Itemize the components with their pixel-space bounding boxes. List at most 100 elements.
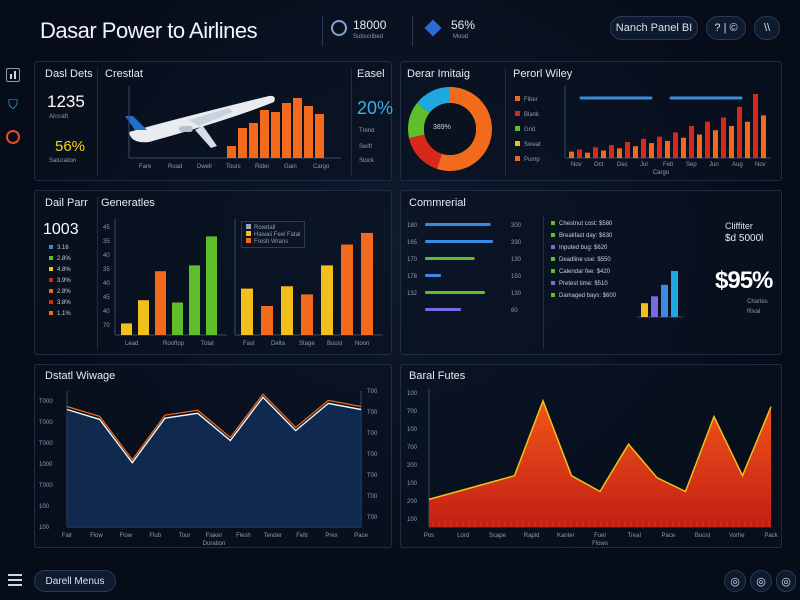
bar bbox=[705, 121, 710, 158]
generators-title: Generatles bbox=[101, 197, 155, 209]
bar bbox=[155, 271, 166, 335]
profile-button[interactable]: Nanch Panel BI bbox=[610, 16, 698, 40]
value-label: 150 bbox=[511, 274, 522, 280]
commercial-list-item: Inputed bug: $620 bbox=[551, 245, 641, 251]
commercial-list-item: Deadline use: $550 bbox=[551, 257, 641, 263]
commercial-list-item: Damaged bays: $600 bbox=[551, 293, 641, 299]
x-tick-label: Rapid bbox=[524, 533, 540, 539]
x-tick-label: Cargo bbox=[313, 164, 330, 170]
y-tick-label: T000 bbox=[39, 420, 53, 426]
dial-list-item: 1.1% bbox=[49, 311, 89, 317]
y-tick-label: 180 bbox=[407, 223, 418, 229]
bar bbox=[671, 271, 678, 317]
x-tick-label: Fair bbox=[62, 533, 72, 539]
donut-title: Derar Imitaig bbox=[407, 68, 470, 80]
target-icon bbox=[331, 20, 347, 36]
x-axis-title: Cargo bbox=[653, 170, 670, 176]
bar bbox=[281, 286, 293, 335]
bar bbox=[609, 145, 614, 158]
dial-list-item: 3.9% bbox=[49, 278, 89, 284]
commercial-list-item: Pretest time: $510 bbox=[551, 281, 641, 287]
x-tick-label: Prex bbox=[325, 533, 337, 539]
y-tick-label: T00 bbox=[367, 410, 378, 416]
bar bbox=[585, 152, 590, 158]
x-tick-label: Fare bbox=[139, 164, 152, 170]
bar bbox=[293, 98, 302, 158]
x-tick-label: Flaker bbox=[206, 533, 223, 539]
big-percent-sub-2: Rival bbox=[747, 309, 761, 315]
bar bbox=[138, 300, 149, 335]
x-tick-label: Tender bbox=[264, 533, 282, 539]
footer-icon-2[interactable]: ◎ bbox=[750, 570, 772, 592]
stat-1-value: 18000 bbox=[353, 18, 387, 32]
y-tick-label: 100 bbox=[407, 391, 418, 397]
crestlat-chart: Fare Road Dwell Tours Rider Gain Cargo bbox=[128, 86, 341, 170]
right-item-2: Swift bbox=[359, 144, 373, 150]
x-tick-label: Fuel bbox=[594, 533, 606, 539]
bar bbox=[569, 151, 574, 158]
hbar bbox=[425, 223, 491, 226]
x-tick-label: Flow bbox=[119, 533, 132, 539]
footer-icon-1[interactable]: ◎ bbox=[724, 570, 746, 592]
y-tick-label: 100 bbox=[39, 504, 50, 510]
bar bbox=[761, 115, 766, 158]
area-fill bbox=[67, 397, 361, 527]
kpi-2-value: 56% bbox=[55, 138, 86, 155]
dial-value: 1003 bbox=[43, 221, 79, 238]
commercial-list-item: Breakfast day: $630 bbox=[551, 233, 641, 239]
gauge-icon[interactable] bbox=[6, 130, 20, 144]
x-tick-label: Pack bbox=[764, 533, 778, 539]
kpi-1-label: Aircraft bbox=[49, 114, 69, 120]
x-tick-label: Rider bbox=[255, 164, 269, 170]
bar bbox=[641, 138, 646, 158]
value-label: 330 bbox=[511, 240, 522, 246]
bar bbox=[661, 284, 668, 317]
page-title: Dasar Power to Airlines bbox=[40, 18, 258, 43]
dial-list-item: 2.8% bbox=[49, 256, 89, 262]
x-tick-label: Treal bbox=[627, 533, 640, 539]
kpi-1-value: 1235 bbox=[47, 92, 85, 111]
value-label: 300 bbox=[511, 223, 522, 229]
exit-button[interactable]: \\ bbox=[754, 16, 780, 40]
y-tick-label: 45 bbox=[103, 225, 110, 231]
panel-title: Dasl Dets bbox=[45, 68, 93, 80]
dial-list: 3.16 2.8% 4.8% 3.9% 2.8% 3.8% 1.1% bbox=[49, 245, 89, 322]
dial-list-item: 3.16 bbox=[49, 245, 89, 251]
header-stat-2: 56% Mood bbox=[412, 16, 492, 46]
bar bbox=[282, 103, 291, 158]
commercial-mini-bars bbox=[637, 271, 683, 318]
x-axis-title: Flows bbox=[592, 541, 608, 547]
y-tick-label: 35 bbox=[103, 239, 110, 245]
x-tick-label: Vorhe bbox=[729, 533, 745, 539]
help-button[interactable]: ? | © bbox=[706, 16, 746, 40]
dial-list-item: 2.8% bbox=[49, 289, 89, 295]
panel-commercial: Commrerial 180 300 165 330 170 130 178 150 132 13… bbox=[400, 190, 782, 355]
x-tick-label: Total bbox=[201, 341, 214, 347]
legend-item: Grid bbox=[515, 126, 541, 133]
x-tick-label: Dwell bbox=[197, 164, 212, 170]
y-tick-label: T00 bbox=[367, 473, 378, 479]
y-tick-label: T00 bbox=[367, 389, 378, 395]
power-legend: Fiber Blank Grid Sweat Pump bbox=[515, 96, 541, 163]
x-tick-label: Scape bbox=[489, 533, 507, 539]
x-tick-label: Sep bbox=[686, 162, 697, 168]
dial-list-item: 4.8% bbox=[49, 267, 89, 273]
stat-1-label: Subscribed bbox=[353, 34, 384, 40]
y-tick-label: 100 bbox=[407, 427, 418, 433]
x-tick-label: Road bbox=[168, 164, 182, 170]
chart-icon[interactable] bbox=[6, 68, 20, 82]
shield-icon[interactable]: ⛉ bbox=[6, 98, 20, 112]
footer-icon-3[interactable]: ◎ bbox=[776, 570, 796, 592]
panel-fuel: Baral Futes 100 700 100 700 200 100 200 100 Pos L… bbox=[400, 364, 782, 548]
menu-icon[interactable] bbox=[8, 574, 22, 586]
bar bbox=[745, 121, 750, 158]
bar bbox=[189, 265, 200, 335]
hbar bbox=[425, 291, 485, 294]
y-tick-label: 45 bbox=[103, 295, 110, 301]
bar bbox=[238, 128, 247, 158]
right-item-3: Stock bbox=[359, 158, 375, 164]
x-tick-label: Pace bbox=[354, 533, 368, 539]
power-title: Perorl Wiley bbox=[513, 68, 573, 80]
generators-legend: Rowdall Hawaii Feel Fatal Fresh Wrans bbox=[241, 221, 306, 248]
menu-button[interactable]: Darell Menus bbox=[34, 570, 116, 592]
